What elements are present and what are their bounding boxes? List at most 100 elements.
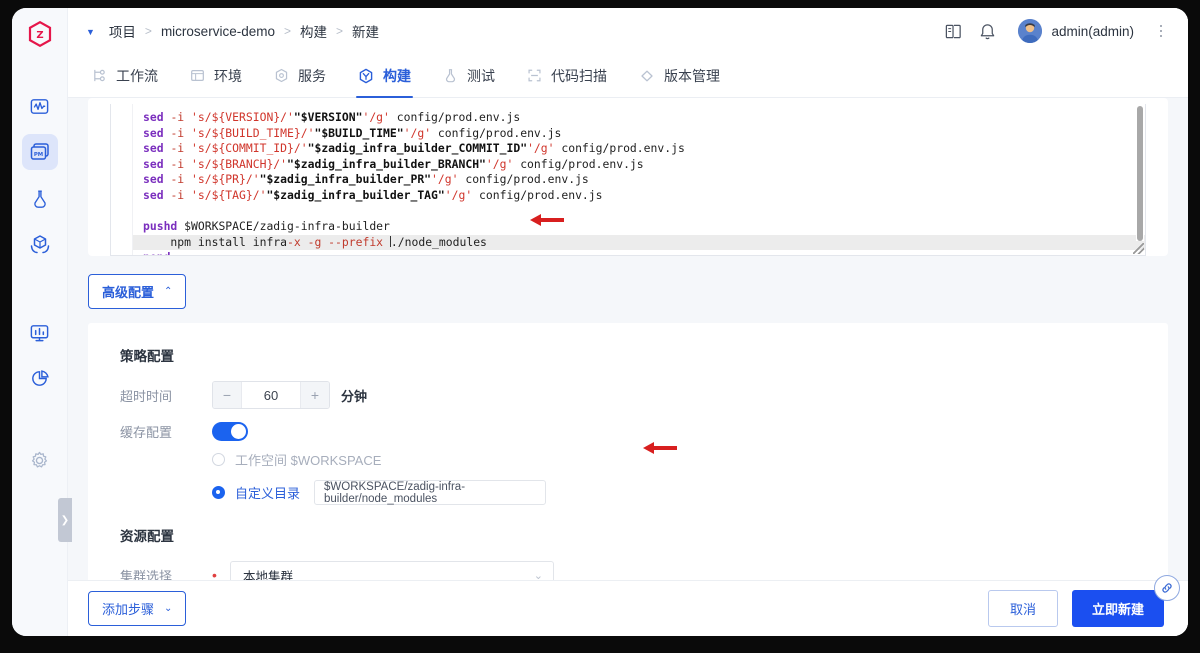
vertical-scrollbar[interactable]	[1136, 106, 1144, 241]
advanced-settings-card: 策略配置 超时时间 − 60 + 分钟 缓存配置 工作空间 $W	[88, 323, 1168, 580]
link-chain-icon[interactable]	[1154, 575, 1180, 601]
test-flask-icon	[443, 68, 458, 83]
breadcrumb-item-1[interactable]: microservice-demo	[161, 24, 275, 39]
timeout-unit-label: 分钟	[341, 386, 367, 405]
script-editor-card: sed -i 's/${VERSION}/'"$VERSION"'/g' con…	[88, 98, 1168, 256]
cancel-button[interactable]: 取消	[988, 590, 1058, 627]
zadig-hexagon-logo[interactable]: Z	[28, 21, 52, 52]
svg-text:PM: PM	[33, 152, 42, 158]
code-line: sed -i 's/${PR}/'"$zadig_infra_builder_P…	[133, 172, 1145, 188]
dashboard-monitor-icon[interactable]	[22, 314, 58, 350]
timeout-value-input[interactable]: 60	[241, 382, 301, 408]
cluster-label: 集群选择	[120, 566, 212, 581]
user-name-label: admin(admin)	[1051, 24, 1134, 39]
resize-handle[interactable]	[1133, 243, 1144, 254]
timeout-increment-button[interactable]: +	[301, 382, 329, 408]
environment-icon	[190, 68, 205, 83]
resources-section-title: 资源配置	[120, 525, 1168, 545]
radio-workspace-label: 工作空间 $WORKSPACE	[235, 450, 381, 469]
tab-build[interactable]: 构建	[342, 54, 427, 97]
advanced-config-toggle[interactable]: 高级配置 ⌃	[88, 274, 186, 309]
chevron-down-icon: ⌄	[534, 569, 543, 581]
tab-version-management[interactable]: 版本管理	[623, 54, 736, 97]
testing-flask-icon[interactable]	[22, 180, 58, 216]
code-line	[133, 204, 1145, 220]
advanced-config-label: 高级配置	[102, 282, 154, 301]
tab-label: 构建	[383, 66, 411, 86]
tab-label: 版本管理	[664, 66, 720, 86]
editor-gutter	[111, 104, 133, 255]
breadcrumb-separator: >	[336, 24, 343, 38]
breadcrumb-item-2[interactable]: 构建	[300, 21, 327, 41]
footer-action-bar: 添加步骤 ⌄ 取消 立即新建	[68, 580, 1188, 636]
module-tab-bar: 工作流 环境 服务 构建	[68, 54, 1188, 98]
user-avatar[interactable]	[1018, 19, 1042, 43]
docs-book-icon[interactable]	[936, 14, 970, 48]
timeout-stepper[interactable]: − 60 +	[212, 381, 330, 409]
breadcrumb-item-3: 新建	[352, 21, 379, 41]
cache-label: 缓存配置	[120, 422, 212, 441]
monitoring-icon[interactable]	[22, 88, 58, 124]
tab-label: 服务	[298, 66, 326, 86]
workflow-icon	[92, 68, 107, 83]
radio-workspace-button[interactable]	[212, 453, 225, 466]
main-column: ▼ 项目 > microservice-demo > 构建 > 新建 admin…	[68, 8, 1188, 636]
breadcrumb: 项目 > microservice-demo > 构建 > 新建	[109, 21, 379, 41]
cache-custom-dir-radio-row[interactable]: 自定义目录 $WORKSPACE/zadig-infra-builder/nod…	[212, 480, 1168, 505]
timeout-row: 超时时间 − 60 + 分钟	[120, 381, 1168, 409]
application-window: Z PM ❯ ▼	[12, 8, 1188, 636]
tab-service[interactable]: 服务	[258, 54, 342, 97]
breadcrumb-separator: >	[145, 24, 152, 38]
required-marker: •	[212, 567, 230, 580]
code-line: sed -i 's/${BUILD_TIME}/'"$BUILD_TIME"'/…	[133, 126, 1145, 142]
cluster-select[interactable]: 本地集群 ⌄	[230, 561, 554, 580]
breadcrumb-item-0[interactable]: 项目	[109, 21, 136, 41]
cluster-select-value: 本地集群	[243, 566, 534, 581]
settings-gear-icon[interactable]	[22, 442, 58, 478]
cache-row: 缓存配置	[120, 422, 1168, 441]
create-now-button[interactable]: 立即新建	[1072, 590, 1164, 627]
tab-label: 测试	[467, 66, 495, 86]
tab-label: 环境	[214, 66, 242, 86]
page-body: sed -i 's/${VERSION}/'"$VERSION"'/g' con…	[68, 98, 1188, 580]
tab-environment[interactable]: 环境	[174, 54, 258, 97]
tab-workflow[interactable]: 工作流	[76, 54, 174, 97]
cache-workspace-radio-row[interactable]: 工作空间 $WORKSPACE	[212, 450, 1168, 469]
sidebar-collapse-handle[interactable]: ❯	[58, 498, 72, 542]
more-vertical-icon[interactable]	[1148, 16, 1174, 46]
custom-dir-input[interactable]: $WORKSPACE/zadig-infra-builder/node_modu…	[314, 480, 546, 505]
add-step-label: 添加步骤	[102, 599, 154, 618]
version-diamond-icon	[639, 68, 655, 84]
cache-toggle-switch[interactable]	[212, 422, 248, 441]
code-scan-icon	[527, 68, 542, 83]
code-line: sed -i 's/${VERSION}/'"$VERSION"'/g' con…	[133, 110, 1145, 126]
tab-test[interactable]: 测试	[427, 54, 511, 97]
svg-text:Z: Z	[36, 30, 43, 41]
notification-bell-icon[interactable]	[970, 14, 1004, 48]
chevron-up-icon: ⌃	[164, 286, 172, 297]
tab-label: 代码扫描	[551, 66, 607, 86]
artifact-delivery-icon[interactable]	[22, 226, 58, 262]
tab-label: 工作流	[116, 66, 158, 86]
radio-custom-dir-label: 自定义目录	[235, 483, 300, 502]
code-line: sed -i 's/${COMMIT_ID}/'"$zadig_infra_bu…	[133, 141, 1145, 157]
code-line: pushd $WORKSPACE/zadig-infra-builder	[133, 219, 1145, 235]
radio-custom-dir-button[interactable]	[212, 486, 225, 499]
timeout-decrement-button[interactable]: −	[213, 382, 241, 408]
chevron-right-icon: ❯	[61, 515, 69, 526]
policy-section-title: 策略配置	[120, 345, 1168, 365]
pipeline-manager-icon[interactable]: PM	[22, 134, 58, 170]
code-line: npm install infra-x -g --prefix ./node_m…	[133, 235, 1145, 251]
caret-down-icon[interactable]: ▼	[86, 27, 95, 37]
pie-chart-stats-icon[interactable]	[22, 360, 58, 396]
chevron-down-icon: ⌄	[164, 603, 172, 614]
add-step-button[interactable]: 添加步骤 ⌄	[88, 591, 186, 626]
tab-code-scan[interactable]: 代码扫描	[511, 54, 623, 97]
code-line: popd	[133, 250, 1145, 255]
editor-code-area[interactable]: sed -i 's/${VERSION}/'"$VERSION"'/g' con…	[133, 104, 1145, 255]
top-header-bar: ▼ 项目 > microservice-demo > 构建 > 新建 admin…	[68, 8, 1188, 54]
code-line: sed -i 's/${TAG}/'"$zadig_infra_builder_…	[133, 188, 1145, 204]
cluster-row: 集群选择 • 本地集群 ⌄	[120, 561, 1168, 580]
timeout-label: 超时时间	[120, 386, 212, 405]
script-code-editor[interactable]: sed -i 's/${VERSION}/'"$VERSION"'/g' con…	[110, 104, 1146, 256]
